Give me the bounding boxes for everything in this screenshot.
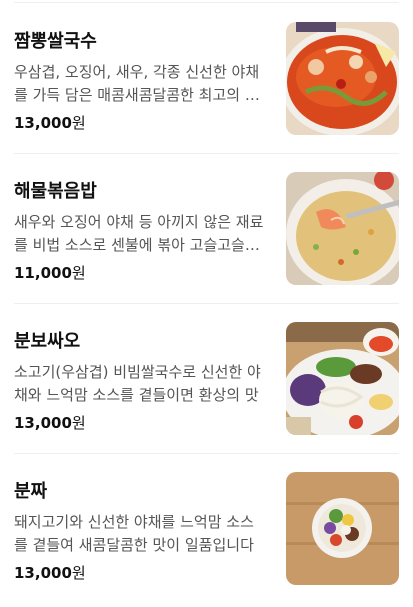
menu-item-description: 새우와 오징어 야채 등 아끼지 않은 재료를 비법 소스로 센불에 볶아 고슬…	[14, 213, 264, 254]
price-currency: 원	[71, 414, 86, 432]
menu-item-name: 짬뽕쌀국수	[14, 31, 97, 52]
price-value: 11,000	[14, 264, 72, 282]
menu-item-price: 11,000원	[14, 263, 266, 283]
menu-item-price: 13,000원	[14, 413, 266, 433]
price-value: 13,000	[14, 564, 72, 582]
menu-item-text: 분보싸오 소고기(우삼겹) 비빔쌀국수로 신선한 야채와 느억맘 소스를 곁들이…	[14, 330, 266, 433]
bun-cha-photo	[286, 472, 399, 585]
menu-item-name: 분짜	[14, 481, 48, 502]
menu-item-text: 분짜 돼지고기와 신선한 야채를 느억맘 소스를 곁들여 새콤달콤한 맛이 일품…	[14, 480, 266, 583]
menu-item-seafood-fried-rice[interactable]: 해물볶음밥 새우와 오징어 야채 등 아끼지 않은 재료를 비법 소스로 센불에…	[0, 154, 413, 304]
menu-item-image[interactable]	[286, 22, 399, 135]
menu-item-price: 13,000원	[14, 113, 266, 133]
menu-item-image[interactable]	[286, 322, 399, 435]
menu-item-name: 해물볶음밥	[14, 181, 97, 202]
seafood-fried-rice-photo	[286, 172, 399, 285]
price-value: 13,000	[14, 114, 72, 132]
price-value: 13,000	[14, 414, 72, 432]
menu-item-image[interactable]	[286, 472, 399, 585]
menu-item-bun-bo-xao[interactable]: 분보싸오 소고기(우삼겹) 비빔쌀국수로 신선한 야채와 느억맘 소스를 곁들이…	[0, 304, 413, 454]
divider	[14, 2, 399, 3]
menu-item-bun-cha[interactable]: 분짜 돼지고기와 신선한 야채를 느억맘 소스를 곁들여 새콤달콤한 맛이 일품…	[0, 454, 413, 604]
menu-item-jjamppong[interactable]: 짬뽕쌀국수 우삼겹, 오징어, 새우, 각종 신선한 야채를 가득 담은 매콤새…	[0, 4, 413, 154]
menu-item-description: 소고기(우삼겹) 비빔쌀국수로 신선한 야채와 느억맘 소스를 곁들이면 환상의…	[14, 363, 261, 404]
menu-item-description: 돼지고기와 신선한 야채를 느억맘 소스를 곁들여 새콤달콤한 맛이 일품입니다	[14, 513, 254, 554]
menu-item-name: 분보싸오	[14, 331, 81, 352]
menu-list: 짬뽕쌀국수 우삼겹, 오징어, 새우, 각종 신선한 야채를 가득 담은 매콤새…	[0, 0, 413, 607]
menu-item-text: 해물볶음밥 새우와 오징어 야채 등 아끼지 않은 재료를 비법 소스로 센불에…	[14, 180, 266, 283]
menu-item-description: 우삼겹, 오징어, 새우, 각종 신선한 야채를 가득 담은 매콤새콤달콤한 최…	[14, 63, 260, 104]
price-currency: 원	[71, 264, 86, 282]
menu-item-image[interactable]	[286, 172, 399, 285]
menu-item-text: 짬뽕쌀국수 우삼겹, 오징어, 새우, 각종 신선한 야채를 가득 담은 매콤새…	[14, 30, 266, 133]
price-currency: 원	[71, 564, 86, 582]
jjamppong-noodle-photo	[286, 22, 399, 135]
bun-bo-xao-photo	[286, 322, 399, 435]
price-currency: 원	[71, 114, 86, 132]
menu-item-price: 13,000원	[14, 563, 266, 583]
